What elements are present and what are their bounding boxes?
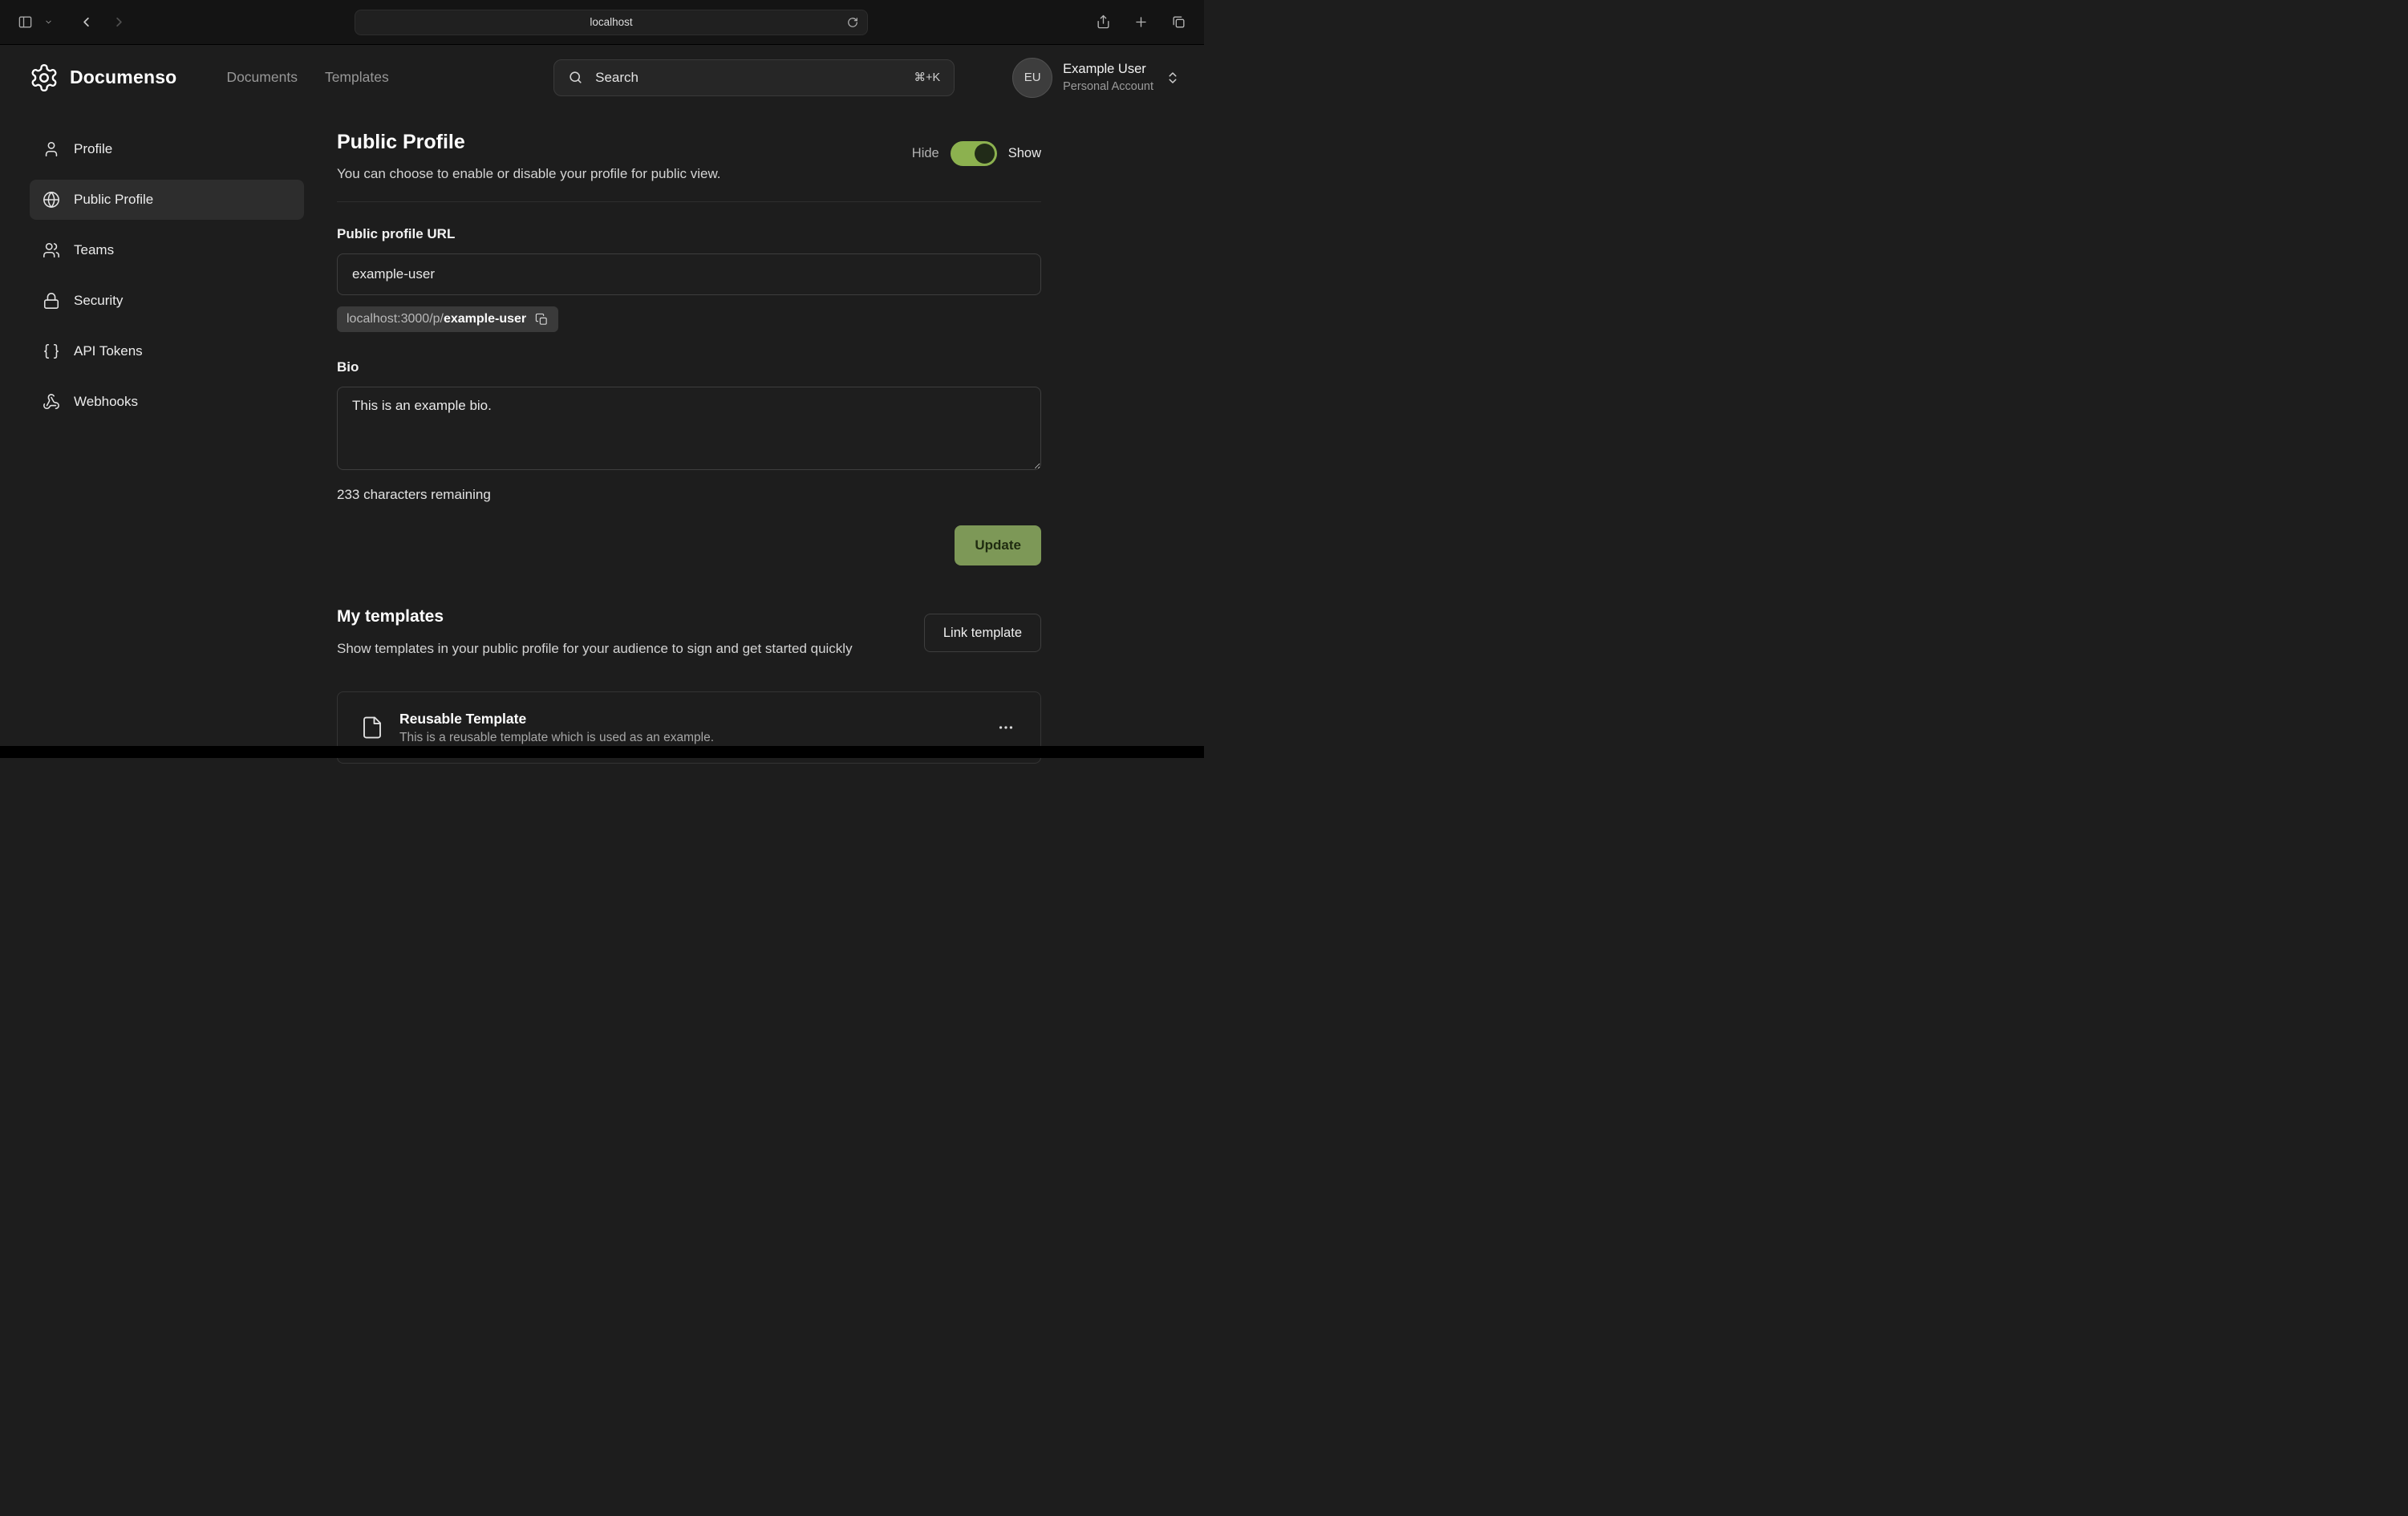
url-field-label: Public profile URL <box>337 226 1041 242</box>
toggle-show-label: Show <box>1008 146 1041 161</box>
toggle-knob <box>975 144 995 164</box>
user-info: Example User Personal Account <box>1063 61 1153 94</box>
sidebar-item-label: Webhooks <box>74 394 138 410</box>
avatar: EU <box>1012 58 1052 98</box>
visibility-toggle-row: Hide Show <box>912 141 1041 166</box>
chevron-right-icon <box>111 14 127 30</box>
app-body: Profile Public Profile Teams Security AP… <box>0 110 1204 764</box>
ellipsis-icon <box>997 719 1015 736</box>
address-bar[interactable]: localhost <box>355 10 868 35</box>
page-title: Public Profile <box>337 131 721 154</box>
templates-head-text: My templates Show templates in your publ… <box>337 607 853 659</box>
toolbar-center: localhost <box>130 10 1093 35</box>
section-divider <box>337 201 1041 202</box>
share-button[interactable] <box>1093 11 1114 33</box>
copy-url-button[interactable] <box>535 313 549 326</box>
braces-icon <box>43 343 60 360</box>
templates-description: Show templates in your public profile fo… <box>337 638 853 659</box>
browser-toolbar: localhost <box>0 0 1204 45</box>
users-icon <box>43 241 60 259</box>
avatar-initials: EU <box>1024 71 1041 84</box>
sidebar-item-webhooks[interactable]: Webhooks <box>30 382 304 422</box>
tab-overview-button[interactable] <box>1168 11 1190 33</box>
brand-name: Documenso <box>70 67 176 88</box>
public-profile-settings: Public Profile You can choose to enable … <box>337 129 1041 764</box>
user-icon <box>43 140 60 158</box>
sidebar-item-label: API Tokens <box>74 343 143 359</box>
sidebar-item-label: Teams <box>74 242 114 258</box>
app-header: Documenso Documents Templates ⌘+K EU Exa… <box>0 45 1204 110</box>
bio-textarea[interactable]: This is an example bio. <box>337 387 1041 470</box>
nav-item-documents[interactable]: Documents <box>226 69 298 86</box>
sidebar-item-api-tokens[interactable]: API Tokens <box>30 331 304 371</box>
page-head: Public Profile You can choose to enable … <box>337 129 1041 182</box>
templates-head: My templates Show templates in your publ… <box>337 607 1041 659</box>
sidebar-item-label: Profile <box>74 141 112 157</box>
nav-item-templates[interactable]: Templates <box>325 69 389 86</box>
documenso-logo-icon <box>29 63 59 93</box>
file-icon <box>360 715 384 740</box>
template-menu-button[interactable] <box>994 715 1018 740</box>
forward-button[interactable] <box>108 11 130 33</box>
sidebar-item-public-profile[interactable]: Public Profile <box>30 180 304 220</box>
characters-remaining: 233 characters remaining <box>337 487 1041 503</box>
settings-sidebar: Profile Public Profile Teams Security AP… <box>30 129 304 432</box>
sidebar-item-profile[interactable]: Profile <box>30 129 304 169</box>
back-button[interactable] <box>75 11 97 33</box>
link-template-button[interactable]: Link template <box>924 614 1041 652</box>
public-url-text: localhost:3000/p/example-user <box>347 312 526 326</box>
toolbar-left-controls <box>14 11 130 33</box>
reload-button[interactable] <box>845 15 860 30</box>
sidebar-toggle-button[interactable] <box>14 11 36 33</box>
template-info: Reusable Template This is a reusable tem… <box>399 711 714 745</box>
public-url-slug: example-user <box>444 312 526 326</box>
user-name: Example User <box>1063 61 1153 78</box>
search-shortcut-hint: ⌘+K <box>914 71 941 84</box>
chevrons-up-down-icon <box>1165 71 1180 85</box>
user-account-type: Personal Account <box>1063 79 1153 94</box>
reload-icon <box>847 17 858 28</box>
template-description: This is a reusable template which is use… <box>399 731 714 745</box>
sidebar-icon <box>18 14 33 30</box>
chevron-left-icon <box>79 14 94 30</box>
public-url-prefix: localhost:3000/p/ <box>347 312 444 326</box>
public-url-chip[interactable]: localhost:3000/p/example-user <box>337 306 558 332</box>
public-profile-url-input[interactable] <box>337 253 1041 295</box>
update-button[interactable]: Update <box>955 525 1041 565</box>
lock-icon <box>43 292 60 310</box>
templates-title: My templates <box>337 607 853 626</box>
chevron-down-icon <box>44 18 53 26</box>
sidebar-item-label: Public Profile <box>74 192 153 208</box>
toggle-hide-label: Hide <box>912 146 939 161</box>
globe-icon <box>43 191 60 209</box>
sidebar-menu-button[interactable] <box>41 14 56 30</box>
template-title: Reusable Template <box>399 711 714 728</box>
profile-visibility-toggle[interactable] <box>951 141 997 166</box>
sidebar-item-security[interactable]: Security <box>30 281 304 321</box>
page-head-text: Public Profile You can choose to enable … <box>337 129 721 182</box>
toolbar-right-controls <box>1093 11 1190 33</box>
sidebar-item-label: Security <box>74 293 123 309</box>
tabs-icon <box>1171 14 1186 30</box>
plus-icon <box>1133 14 1149 30</box>
share-icon <box>1096 14 1111 30</box>
user-menu[interactable]: EU Example User Personal Account <box>1012 58 1180 98</box>
search-input[interactable] <box>594 69 903 87</box>
main-nav: Documents Templates <box>226 69 388 86</box>
webhook-icon <box>43 393 60 411</box>
new-tab-button[interactable] <box>1130 11 1152 33</box>
sidebar-item-teams[interactable]: Teams <box>30 230 304 270</box>
search-icon <box>568 70 583 85</box>
copy-icon <box>535 313 549 326</box>
update-row: Update <box>337 525 1041 565</box>
window-bottom-strip <box>0 746 1204 758</box>
brand-home-link[interactable]: Documenso <box>29 63 176 93</box>
bio-field-label: Bio <box>337 359 1041 375</box>
search-box[interactable]: ⌘+K <box>553 59 955 96</box>
address-bar-url: localhost <box>590 16 632 28</box>
page-subtitle: You can choose to enable or disable your… <box>337 166 721 182</box>
